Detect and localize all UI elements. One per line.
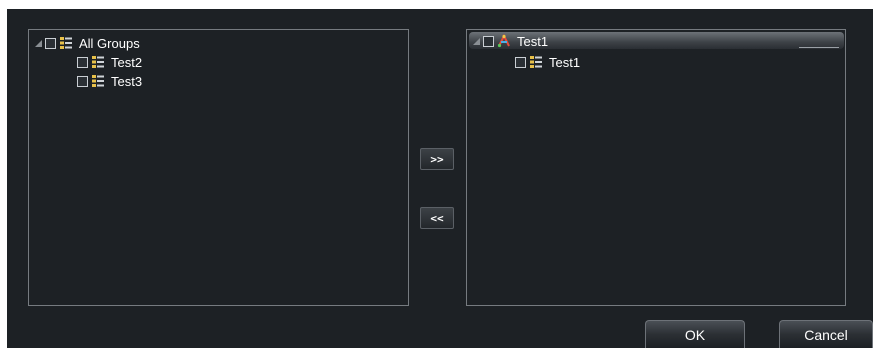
remove-from-selection-button[interactable]: << <box>420 207 454 229</box>
device-icon <box>497 34 510 48</box>
group-tree-icon <box>92 56 104 68</box>
tree-node-label: Test3 <box>111 73 143 89</box>
expand-arrow-icon[interactable] <box>35 39 42 47</box>
tree-node-test2[interactable]: Test2 <box>77 53 142 71</box>
tree-node-all-groups[interactable]: All Groups <box>35 34 140 52</box>
add-to-selection-button[interactable]: >> <box>420 148 454 170</box>
tree-node-test1-child[interactable]: Test1 <box>515 53 580 71</box>
group-assignment-dialog: All Groups Test2 Test3 >> << Test1 Test1… <box>7 9 873 348</box>
tree-node-test1-root[interactable]: Test1 <box>473 32 548 50</box>
expand-arrow-icon[interactable] <box>473 37 480 45</box>
ok-button[interactable]: OK <box>645 320 745 348</box>
all-groups-checkbox[interactable] <box>45 37 56 49</box>
group-tree-icon <box>92 75 104 87</box>
tree-node-label: All Groups <box>79 35 140 51</box>
cancel-button[interactable]: Cancel <box>779 320 873 348</box>
tree-node-test3[interactable]: Test3 <box>77 72 142 90</box>
test1-root-checkbox[interactable] <box>483 35 494 47</box>
tree-node-label: Test1 <box>549 54 581 70</box>
tree-node-label: Test1 <box>517 33 549 49</box>
test2-checkbox[interactable] <box>77 56 88 68</box>
test3-checkbox[interactable] <box>77 75 88 87</box>
selected-groups-panel[interactable]: Test1 Test1 <box>466 29 846 306</box>
group-tree-icon <box>530 56 542 68</box>
test1-child-checkbox[interactable] <box>515 56 526 68</box>
available-groups-panel[interactable]: All Groups Test2 Test3 <box>28 29 409 306</box>
tree-node-label: Test2 <box>111 54 143 70</box>
group-tree-icon <box>60 37 72 49</box>
